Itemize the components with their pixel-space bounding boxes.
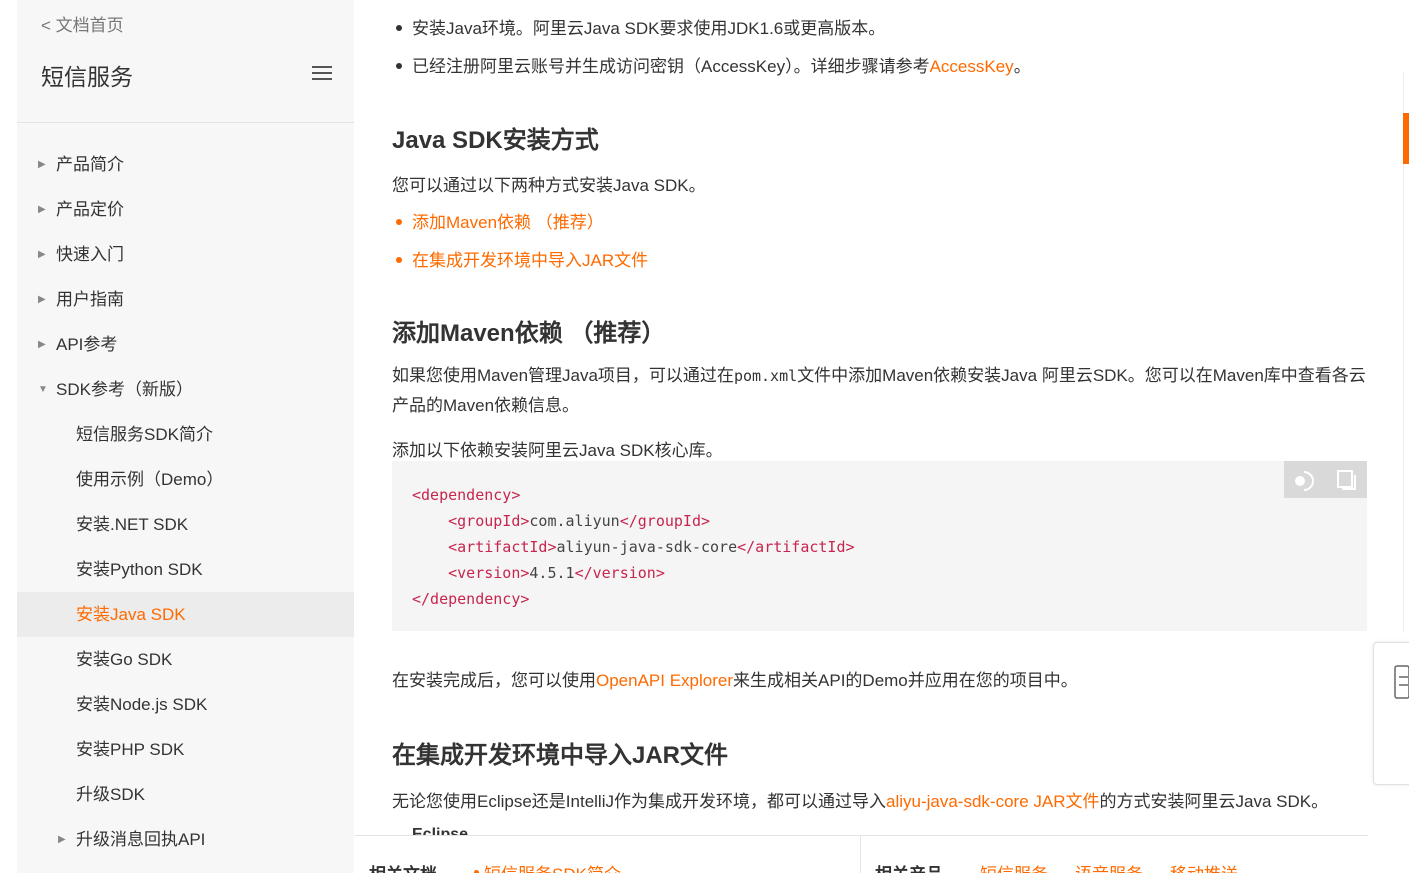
- sidebar-item-label: 安装PHP SDK: [76, 740, 185, 759]
- sidebar-item[interactable]: 使用示例（Demo）: [17, 457, 354, 502]
- section-heading-maven: 添加Maven依赖 （推荐）: [392, 320, 666, 347]
- sidebar-item-label: 产品简介: [56, 155, 124, 174]
- sidebar-item-label: SDK参考（新版）: [56, 380, 193, 399]
- install-jar-link[interactable]: 在集成开发环境中导入JAR文件: [412, 251, 648, 270]
- related-doc-link[interactable]: 短信服务SDK简介: [484, 860, 621, 873]
- accesskey-link[interactable]: AccessKey: [930, 57, 1014, 76]
- sidebar-item-label: 安装.NET SDK: [76, 515, 189, 534]
- sidebar-item-label: 短信服务SDK简介: [76, 425, 213, 444]
- install-maven-link[interactable]: 添加Maven依赖 （推荐）: [412, 213, 604, 232]
- sidebar-item[interactable]: ▶ 用户指南: [17, 277, 354, 322]
- theme-toggle-icon[interactable]: [1292, 468, 1316, 492]
- list-item: 安装Java环境。阿里云Java SDK要求使用JDK1.6或更高版本。: [392, 14, 885, 39]
- sidebar-item-label: 升级SDK: [76, 785, 145, 804]
- caret-right-icon: ▶: [38, 294, 46, 305]
- list-item: 在集成开发环境中导入JAR文件: [392, 246, 648, 271]
- related-footer: 相关文档 短信服务SDK简介 相关产品 短信服务 语音服务 移动推送: [354, 835, 1368, 873]
- sidebar-item[interactable]: ▶ 升级消息回执API: [17, 817, 354, 862]
- sidebar-item-label: 使用示例（Demo）: [76, 470, 224, 489]
- floating-toolbar: [1373, 642, 1409, 785]
- bullet-dot: [396, 63, 402, 70]
- sidebar-item[interactable]: 升级SDK: [17, 772, 354, 817]
- sidebar-item[interactable]: 安装.NET SDK: [17, 502, 354, 547]
- page: < 文档首页 短信服务 ▶ 产品简介 ▶ 产品定价 ▶ 快速入门 ▶ 用户指南 ▶ API参考 ▼ S…: [0, 0, 1409, 873]
- sidebar-item-label: 安装Node.js SDK: [76, 695, 208, 714]
- jar-file-link[interactable]: aliyu-java-sdk-core JAR文件: [886, 792, 1100, 811]
- sidebar-item-label: 安装Python SDK: [76, 560, 203, 579]
- code-line: <artifactId>aliyun-java-sdk-core</artifa…: [448, 538, 855, 556]
- hamburger-menu-icon[interactable]: [312, 66, 332, 81]
- code-line: <dependency>: [412, 486, 521, 504]
- related-product-link[interactable]: 短信服务: [980, 860, 1048, 873]
- install-intro: 您可以通过以下两种方式安装Java SDK。: [392, 176, 706, 195]
- maven-paragraph: 如果您使用Maven管理Java项目，可以通过在pom.xml文件中添加Mave…: [392, 366, 1366, 415]
- bullet-dot: [396, 25, 402, 32]
- back-to-docs-home-link[interactable]: < 文档首页: [41, 11, 124, 36]
- sidebar-item[interactable]: ▶ 产品定价: [17, 187, 354, 232]
- code-line: <groupId>com.aliyun</groupId>: [448, 512, 711, 530]
- code-line: </dependency>: [412, 590, 530, 608]
- inline-code: pom.xml: [733, 367, 798, 385]
- list-item: 已经注册阿里云账号并生成访问密钥（AccessKey）。详细步骤请参考Acces…: [392, 52, 1031, 77]
- after-install-paragraph: 在安装完成后，您可以使用OpenAPI Explorer来生成相关API的Dem…: [392, 671, 1078, 690]
- related-product-link[interactable]: 语音服务: [1075, 860, 1143, 873]
- related-docs-label: 相关文档: [369, 860, 437, 873]
- footer-divider: [860, 836, 861, 873]
- caret-right-icon: ▶: [38, 249, 46, 260]
- sidebar-item[interactable]: 安装Go SDK: [17, 637, 354, 682]
- sidebar-item-label: 安装Go SDK: [76, 650, 173, 669]
- sidebar-divider: [17, 122, 354, 123]
- sidebar-item-label: 安装Java SDK: [76, 605, 186, 624]
- code-lines: <dependency> <groupId>com.aliyun</groupI…: [412, 482, 855, 612]
- related-product-link[interactable]: 移动推送: [1170, 860, 1238, 873]
- caret-down-icon: ▼: [38, 384, 48, 395]
- document-list-icon[interactable]: [1394, 665, 1409, 699]
- sidebar-item-label: 产品定价: [56, 200, 124, 219]
- sidebar-item[interactable]: 短信服务SDK简介: [17, 412, 354, 457]
- code-toolbar: [1284, 461, 1367, 498]
- sidebar-item[interactable]: ▼ SDK参考（新版）: [17, 367, 354, 412]
- sidebar-item[interactable]: 安装PHP SDK: [17, 727, 354, 772]
- caret-right-icon: ▶: [38, 339, 46, 350]
- sidebar-item[interactable]: 安装Node.js SDK: [17, 682, 354, 727]
- caret-right-icon: ▶: [38, 159, 46, 170]
- sidebar: < 文档首页 短信服务 ▶ 产品简介 ▶ 产品定价 ▶ 快速入门 ▶ 用户指南 ▶ API参考 ▼ S…: [17, 0, 354, 873]
- caret-right-icon: ▶: [58, 834, 66, 845]
- section-heading-jar: 在集成开发环境中导入JAR文件: [392, 742, 729, 769]
- sidebar-title: 短信服务: [41, 64, 133, 90]
- section-heading-install: Java SDK安装方式: [392, 127, 599, 154]
- sidebar-nav: ▶ 产品简介 ▶ 产品定价 ▶ 快速入门 ▶ 用户指南 ▶ API参考 ▼ SDK参考（新版） 短信服务…: [17, 142, 354, 862]
- list-item: 添加Maven依赖 （推荐）: [392, 208, 604, 233]
- sidebar-item[interactable]: ▶ API参考: [17, 322, 354, 367]
- scrollbar-thumb[interactable]: [1403, 113, 1409, 164]
- sidebar-item-label: 升级消息回执API: [76, 830, 206, 849]
- code-block: <dependency> <groupId>com.aliyun</groupI…: [392, 461, 1367, 631]
- sidebar-item[interactable]: 安装Python SDK: [17, 547, 354, 592]
- jar-paragraph: 无论您使用Eclipse还是IntelliJ作为集成开发环境，都可以通过导入al…: [392, 792, 1329, 811]
- code-line: <version>4.5.1</version>: [448, 564, 665, 582]
- caret-right-icon: ▶: [38, 204, 46, 215]
- bullet-dot: [396, 219, 402, 226]
- bullet-dot: [396, 257, 402, 264]
- sidebar-item-label: API参考: [56, 335, 118, 354]
- sidebar-item[interactable]: ▶ 产品简介: [17, 142, 354, 187]
- openapi-explorer-link[interactable]: OpenAPI Explorer: [596, 671, 733, 690]
- sidebar-item[interactable]: ▶ 快速入门: [17, 232, 354, 277]
- maven-paragraph-2: 添加以下依赖安装阿里云Java SDK核心库。: [392, 441, 723, 460]
- sidebar-item-label: 快速入门: [56, 245, 124, 264]
- related-products-label: 相关产品: [875, 860, 943, 873]
- sidebar-item[interactable]: 安装Java SDK: [17, 592, 354, 637]
- copy-icon[interactable]: [1334, 468, 1358, 492]
- sidebar-item-label: 用户指南: [56, 290, 124, 309]
